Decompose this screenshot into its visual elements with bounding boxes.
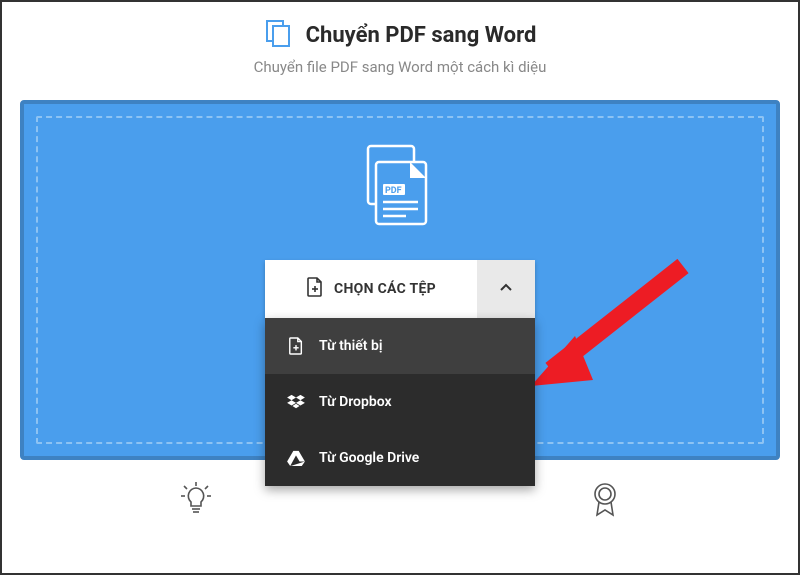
menu-item-label: Từ Google Drive: [319, 450, 419, 466]
choose-files-label: CHỌN CÁC TỆP: [334, 281, 436, 297]
expand-sources-button[interactable]: [477, 260, 535, 318]
menu-item-dropbox[interactable]: Từ Dropbox: [265, 374, 535, 430]
drop-panel[interactable]: PDF: [20, 100, 780, 460]
copy-pages-icon: [264, 18, 294, 52]
menu-item-device[interactable]: Từ thiết bị: [265, 318, 535, 374]
source-menu: Từ thiết bị Từ Dropbox: [265, 318, 535, 486]
page-header: Chuyển PDF sang Word Chuyển file PDF san…: [20, 18, 780, 76]
google-drive-icon: [287, 450, 305, 466]
file-add-icon: [306, 277, 324, 301]
lightbulb-icon: [180, 482, 212, 522]
dropbox-icon: [287, 394, 305, 410]
menu-item-label: Từ Dropbox: [319, 394, 392, 410]
page-subtitle: Chuyển file PDF sang Word một cách kì di…: [20, 58, 780, 76]
annotation-arrow: [513, 258, 693, 412]
pdf-stack-icon: PDF: [360, 144, 440, 234]
award-ribbon-icon: [590, 482, 620, 522]
menu-item-label: Từ thiết bị: [319, 338, 382, 354]
menu-item-google-drive[interactable]: Từ Google Drive: [265, 430, 535, 486]
file-picker: CHỌN CÁC TỆP: [265, 260, 535, 318]
bottom-icon-row: [20, 482, 780, 522]
choose-files-button[interactable]: CHỌN CÁC TỆP: [265, 260, 477, 318]
chevron-up-icon: [499, 280, 513, 299]
file-add-icon: [287, 337, 305, 355]
svg-text:PDF: PDF: [385, 186, 402, 196]
drop-zone[interactable]: PDF: [36, 116, 764, 444]
page-title: Chuyển PDF sang Word: [306, 23, 537, 48]
